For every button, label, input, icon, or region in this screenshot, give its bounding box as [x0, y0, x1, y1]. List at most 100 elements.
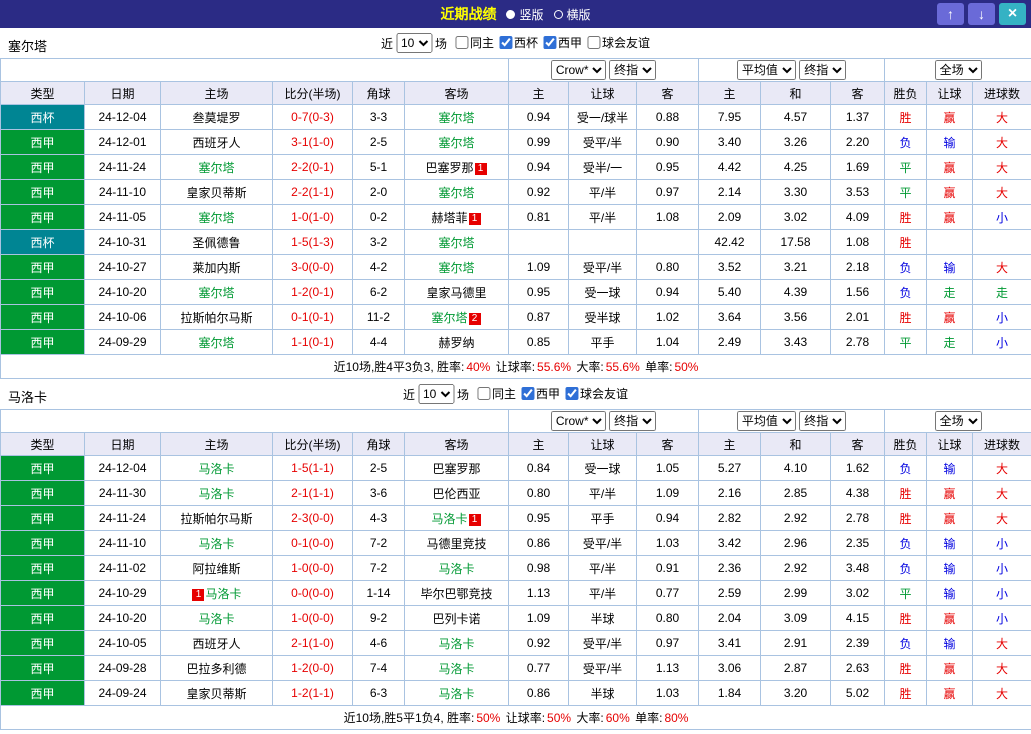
team-name[interactable]: 圣佩德鲁 — [192, 236, 240, 250]
team-name[interactable]: 塞尔塔 — [198, 161, 234, 175]
match-score: 2-2(0-1) — [272, 154, 353, 180]
team-name[interactable]: 皇家马德里 — [426, 286, 486, 300]
result-handicap: 赢 — [926, 605, 974, 631]
team-name[interactable]: 巴伦西亚 — [432, 487, 480, 501]
team-name[interactable]: 拉斯帕尔马斯 — [180, 512, 252, 526]
checkbox-西甲[interactable] — [521, 387, 535, 400]
team-name[interactable]: 巴塞罗那 — [432, 462, 480, 476]
team-name[interactable]: 莱加内斯 — [192, 261, 240, 275]
team-name[interactable]: 巴列卡诺 — [432, 612, 480, 626]
team-name[interactable]: 塞尔塔 — [198, 286, 234, 300]
team-name[interactable]: 皇家贝蒂斯 — [186, 687, 246, 701]
home-team-cell: 马洛卡 — [160, 455, 273, 481]
team-name[interactable]: 毕尔巴鄂竞技 — [420, 587, 492, 601]
match-row: 西甲 24-09-28 巴拉多利德 1-2(0-0) 7-4 马洛卡 0.77 受平/半 1.1… — [0, 655, 1031, 681]
team-name[interactable]: 赫罗纳 — [438, 336, 474, 350]
radio-vertical-label: 竖版 — [519, 7, 544, 22]
match-type: 西甲 — [0, 580, 85, 606]
team-name[interactable]: 马洛卡 — [438, 637, 474, 651]
match-score: 2-1(1-1) — [272, 480, 353, 506]
team-name[interactable]: 塞尔塔 — [198, 336, 234, 350]
away-team-cell: 巴列卡诺 — [404, 605, 509, 631]
filter-checkbox-西甲[interactable]: 西甲 — [538, 34, 582, 51]
odds-stage2-select[interactable]: 终指 — [799, 411, 847, 431]
move-down-button[interactable]: ↓ — [968, 3, 995, 25]
column-header: 客 — [635, 81, 700, 105]
team-name[interactable]: 西班牙人 — [192, 637, 240, 651]
team-name[interactable]: 马洛卡 — [438, 687, 474, 701]
odds-stage2-select[interactable]: 终指 — [799, 60, 847, 80]
team-name[interactable]: 巴塞罗那 — [425, 161, 473, 175]
away-team-cell: 马洛卡 — [404, 555, 509, 581]
team-name[interactable]: 马洛卡 — [431, 512, 467, 526]
move-up-button[interactable]: ↑ — [937, 3, 964, 25]
avg-home: 2.49 — [698, 329, 762, 355]
average-select[interactable]: 平均值 — [736, 60, 796, 80]
average-select[interactable]: 平均值 — [736, 411, 796, 431]
team-name[interactable]: 塞尔塔 — [438, 261, 474, 275]
filter-checkbox-球会友谊[interactable]: 球会友谊 — [560, 385, 628, 402]
team-name[interactable]: 巴拉多利德 — [186, 662, 246, 676]
team-name[interactable]: 马洛卡 — [198, 487, 234, 501]
corner-score: 5-1 — [352, 154, 405, 180]
filter-checkbox-西杯[interactable]: 西杯 — [494, 34, 538, 51]
odds-company-select[interactable]: Crow* — [550, 60, 606, 80]
team-name[interactable]: 马德里竞技 — [426, 537, 486, 551]
away-team-cell: 巴伦西亚 — [404, 480, 509, 506]
team-name[interactable]: 马洛卡 — [438, 562, 474, 576]
filter-checkbox-西甲[interactable]: 西甲 — [516, 385, 560, 402]
team-name[interactable]: 塞尔塔 — [438, 236, 474, 250]
team-name[interactable]: 叁莫堤罗 — [192, 111, 240, 125]
avg-draw: 17.58 — [760, 229, 832, 255]
layout-radio-horizontal[interactable]: 横版 — [553, 6, 591, 23]
team-name[interactable]: 赫塔菲 — [431, 211, 467, 225]
checkbox-西杯[interactable] — [499, 36, 512, 49]
team-name[interactable]: 塞尔塔 — [438, 111, 474, 125]
corner-score: 7-4 — [352, 655, 405, 681]
team-name[interactable]: 马洛卡 — [198, 462, 234, 476]
result-outcome: 胜 — [884, 204, 928, 230]
odds-away: 0.88 — [635, 104, 700, 130]
filter-checkbox-同主[interactable]: 同主 — [472, 385, 516, 402]
team-name[interactable]: 马洛卡 — [205, 587, 241, 601]
filter-checkbox-球会友谊[interactable]: 球会友谊 — [582, 34, 650, 51]
team-name[interactable]: 马洛卡 — [198, 612, 234, 626]
team-name[interactable]: 塞尔塔 — [438, 186, 474, 200]
summary-text: 单率: — [641, 360, 673, 374]
checkbox-同主[interactable] — [476, 387, 490, 400]
scope-select[interactable]: 全场 — [934, 60, 982, 80]
odds-stage-select[interactable]: 终指 — [609, 60, 657, 80]
corner-score: 3-2 — [352, 229, 405, 255]
home-team-cell: 莱加内斯 — [160, 254, 273, 280]
close-button[interactable]: × — [999, 3, 1026, 25]
team-name[interactable]: 拉斯帕尔马斯 — [180, 311, 252, 325]
team-name[interactable]: 西班牙人 — [192, 136, 240, 150]
team-name[interactable]: 塞尔塔 — [438, 136, 474, 150]
match-row: 西甲 24-10-20 马洛卡 1-0(0-0) 9-2 巴列卡诺 1.09 半球 0.80 2.… — [0, 605, 1031, 631]
odds-stage-select[interactable]: 终指 — [609, 411, 657, 431]
match-score: 1-0(0-0) — [272, 555, 353, 581]
filter-checkbox-同主[interactable]: 同主 — [450, 34, 494, 51]
home-team-cell: 西班牙人 — [160, 129, 273, 155]
checkbox-西甲[interactable] — [543, 36, 557, 49]
team-name[interactable]: 塞尔塔 — [431, 311, 467, 325]
team-name[interactable]: 马洛卡 — [438, 662, 474, 676]
result-goals: 大 — [972, 254, 1031, 280]
team-name[interactable]: 阿拉维斯 — [192, 562, 240, 576]
layout-radio-vertical[interactable]: 竖版 — [506, 6, 544, 23]
europe-odds-controls: 平均值 终指 — [698, 58, 886, 82]
match-count-select[interactable]: 10 — [395, 33, 432, 53]
checkbox-球会友谊[interactable] — [565, 387, 579, 400]
checkbox-同主[interactable] — [454, 36, 468, 49]
team-name[interactable]: 塞尔塔 — [198, 211, 234, 225]
scope-select[interactable]: 全场 — [934, 411, 982, 431]
corner-score: 1-14 — [352, 580, 405, 606]
match-count-select[interactable]: 10 — [417, 384, 454, 404]
odds-company-select[interactable]: Crow* — [550, 411, 606, 431]
team-name[interactable]: 马洛卡 — [198, 537, 234, 551]
team-name[interactable]: 皇家贝蒂斯 — [186, 186, 246, 200]
home-team-cell: 叁莫堤罗 — [160, 104, 273, 130]
checkbox-球会友谊[interactable] — [587, 36, 601, 49]
summary-text: 60% — [605, 711, 630, 725]
red-card-badge: 1 — [468, 513, 481, 526]
